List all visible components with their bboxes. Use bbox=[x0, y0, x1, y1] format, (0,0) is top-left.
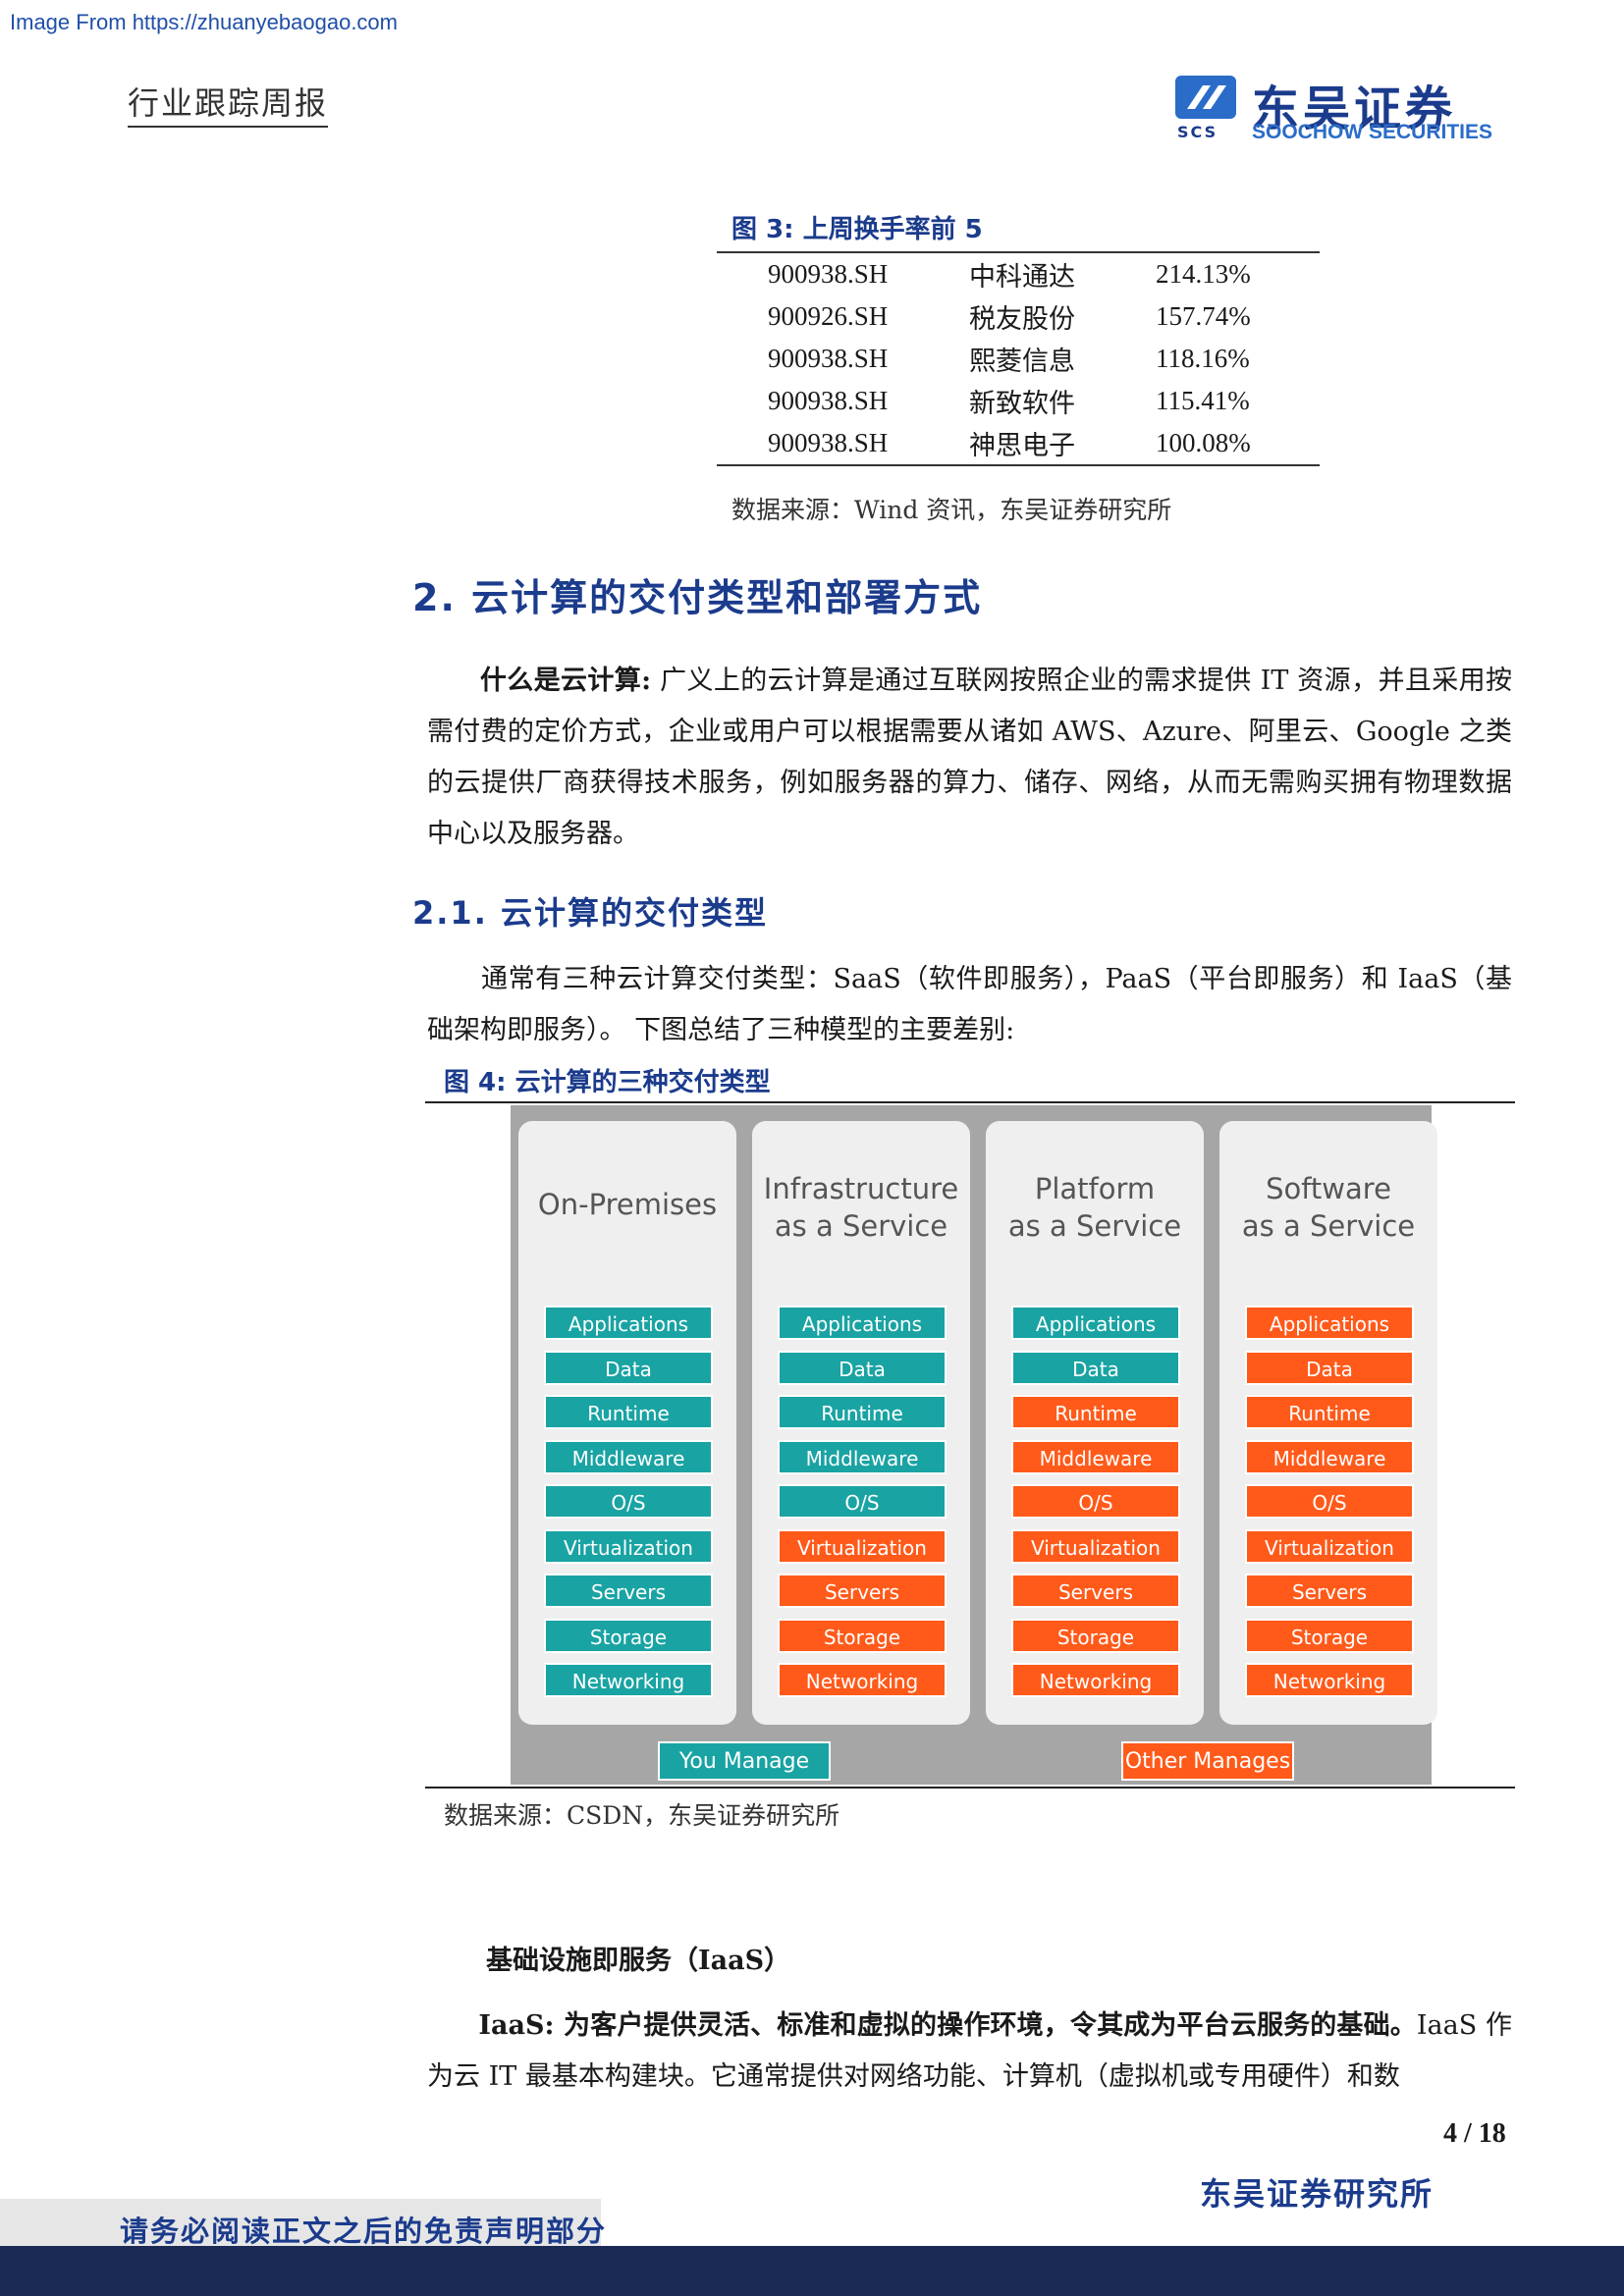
layer-runtime: Runtime bbox=[778, 1395, 947, 1429]
stock-name: 神思电子 bbox=[969, 431, 1075, 461]
section-heading: 2. 云计算的交付类型和部署方式 bbox=[412, 576, 983, 619]
turnover-table: 900938.SH 中科通达 214.13% 900926.SH 税友股份 15… bbox=[717, 251, 1320, 466]
report-type-title: 行业跟踪周报 bbox=[128, 79, 329, 128]
cloud-definition-paragraph: 什么是云计算: 广义上的云计算是通过互联网按照企业的需求提供 IT 资源，并且采… bbox=[427, 656, 1512, 860]
layer-data: Data bbox=[544, 1350, 713, 1385]
page-number: 4 / 18 bbox=[1443, 2118, 1506, 2149]
layer-networking: Networking bbox=[778, 1663, 947, 1697]
layer-storage: Storage bbox=[544, 1618, 713, 1653]
stock-code: 900926.SH bbox=[768, 301, 889, 331]
iaas-heading: 基础设施即服务（IaaS） bbox=[486, 1946, 791, 1976]
layer-runtime: Runtime bbox=[1245, 1395, 1414, 1429]
paragraph-lead: 什么是云计算: bbox=[479, 666, 652, 696]
layer-networking: Networking bbox=[1011, 1663, 1180, 1697]
layer-data: Data bbox=[1011, 1350, 1180, 1385]
layer-data: Data bbox=[778, 1350, 947, 1385]
model-title-line: as a Service bbox=[1241, 1209, 1416, 1243]
table-row: 900938.SH 新致软件 115.41% bbox=[717, 380, 1320, 422]
layer-os: O/S bbox=[778, 1484, 947, 1519]
turnover-rate: 100.08% bbox=[1156, 428, 1251, 457]
layer-storage: Storage bbox=[778, 1618, 947, 1653]
subsection-heading: 2.1. 云计算的交付类型 bbox=[412, 894, 768, 932]
turnover-rate: 115.41% bbox=[1156, 386, 1250, 415]
stock-name: 熙菱信息 bbox=[969, 347, 1075, 377]
disclaimer-text: 请务必阅读正文之后的免责声明部分 bbox=[120, 2215, 608, 2248]
stock-name: 中科通达 bbox=[969, 262, 1075, 293]
delivery-types-paragraph: 通常有三种云计算交付类型：SaaS（软件即服务），PaaS（平台即服务）和 Ia… bbox=[427, 954, 1512, 1056]
layer-applications: Applications bbox=[778, 1306, 947, 1340]
layer-storage: Storage bbox=[1245, 1618, 1414, 1653]
layer-applications: Applications bbox=[1245, 1306, 1414, 1340]
logo-english-name: SOOCHOW SECURITIES bbox=[1252, 121, 1493, 143]
model-title-line: Platform bbox=[1034, 1172, 1156, 1205]
table-row: 900938.SH 熙菱信息 118.16% bbox=[717, 338, 1320, 380]
turnover-rate: 214.13% bbox=[1156, 259, 1251, 289]
layer-os: O/S bbox=[544, 1484, 713, 1519]
paragraph-text: 通常有三种云计算交付类型：SaaS（软件即服务），PaaS（平台即服务）和 Ia… bbox=[427, 964, 1512, 1045]
layer-os: O/S bbox=[1245, 1484, 1414, 1519]
table-row: 900938.SH 神思电子 100.08% bbox=[717, 422, 1320, 464]
model-column: Infrastructure as a Service Applications Da… bbox=[752, 1121, 970, 1725]
layer-servers: Servers bbox=[1245, 1574, 1414, 1608]
model-title: Infrastructure as a Service bbox=[752, 1170, 970, 1245]
footer-institute: 东吴证券研究所 bbox=[1200, 2175, 1435, 2213]
layer-middleware: Middleware bbox=[544, 1439, 713, 1474]
layer-networking: Networking bbox=[544, 1663, 713, 1697]
layer-middleware: Middleware bbox=[1245, 1439, 1414, 1474]
model-title: Software as a Service bbox=[1219, 1170, 1437, 1245]
layer-virtualization: Virtualization bbox=[544, 1528, 713, 1564]
paragraph-lead: IaaS: 为客户提供灵活、标准和虚拟的操作环境，令其成为平台云服务的基础。 bbox=[478, 2010, 1417, 2041]
stock-code: 900938.SH bbox=[768, 259, 889, 289]
stock-name: 税友股份 bbox=[969, 304, 1075, 335]
layer-networking: Networking bbox=[1245, 1663, 1414, 1697]
figure3-source: 数据来源：Wind 资讯，东吴证券研究所 bbox=[731, 496, 1172, 524]
model-title-line: as a Service bbox=[774, 1209, 948, 1243]
layer-runtime: Runtime bbox=[544, 1395, 713, 1429]
layer-runtime: Runtime bbox=[1011, 1395, 1180, 1429]
turnover-rate: 118.16% bbox=[1156, 344, 1250, 373]
layer-virtualization: Virtualization bbox=[1245, 1528, 1414, 1564]
stock-code: 900938.SH bbox=[768, 428, 889, 457]
legend-you-manage: You Manage bbox=[658, 1741, 831, 1781]
layer-applications: Applications bbox=[544, 1306, 713, 1340]
layer-storage: Storage bbox=[1011, 1618, 1180, 1653]
layer-middleware: Middleware bbox=[778, 1439, 947, 1474]
model-column: Platform as a Service Applications Data Runt… bbox=[986, 1121, 1204, 1725]
soochow-logo: SCS 东吴证券 SOOCHOW SECURITIES bbox=[1173, 74, 1497, 147]
watermark-text: Image From https://zhuanyebaogao.com bbox=[10, 10, 398, 34]
delivery-models-diagram: On-Premises Applications Data Runtime Middle… bbox=[511, 1105, 1437, 1785]
layer-servers: Servers bbox=[1011, 1574, 1180, 1608]
iaas-paragraph: IaaS: 为客户提供灵活、标准和虚拟的操作环境，令其成为平台云服务的基础。Ia… bbox=[427, 2001, 1512, 2103]
footer-bar bbox=[0, 2246, 1624, 2296]
layer-servers: Servers bbox=[778, 1574, 947, 1608]
model-title-line: On-Premises bbox=[537, 1188, 718, 1221]
turnover-rate: 157.74% bbox=[1156, 301, 1251, 331]
table-row: 900926.SH 税友股份 157.74% bbox=[717, 295, 1320, 338]
layer-applications: Applications bbox=[1011, 1306, 1180, 1340]
model-column: On-Premises Applications Data Runtime Middle… bbox=[518, 1121, 736, 1725]
model-title-line: Software bbox=[1266, 1172, 1391, 1205]
logo-mark-text: SCS bbox=[1177, 123, 1218, 141]
figure3-title: 图 3: 上周换手率前 5 bbox=[731, 215, 983, 244]
figure-rule bbox=[425, 1787, 1515, 1789]
table-row: 900938.SH 中科通达 214.13% bbox=[717, 253, 1320, 295]
model-title-line: Infrastructure bbox=[763, 1172, 959, 1205]
figure-rule bbox=[425, 1101, 1515, 1103]
figure4-title: 图 4: 云计算的三种交付类型 bbox=[444, 1068, 771, 1097]
stock-code: 900938.SH bbox=[768, 386, 889, 415]
layer-data: Data bbox=[1245, 1350, 1414, 1385]
model-title-line: as a Service bbox=[1007, 1209, 1182, 1243]
layer-os: O/S bbox=[1011, 1484, 1180, 1519]
layer-virtualization: Virtualization bbox=[778, 1528, 947, 1564]
stock-code: 900938.SH bbox=[768, 344, 889, 373]
layer-servers: Servers bbox=[544, 1574, 713, 1608]
model-title: On-Premises bbox=[518, 1186, 736, 1223]
model-column: Software as a Service Applications Data Runt… bbox=[1219, 1121, 1437, 1725]
layer-virtualization: Virtualization bbox=[1011, 1528, 1180, 1564]
model-title: Platform as a Service bbox=[986, 1170, 1204, 1245]
stock-name: 新致软件 bbox=[969, 389, 1075, 419]
layer-middleware: Middleware bbox=[1011, 1439, 1180, 1474]
figure4-source: 数据来源：CSDN，东吴证券研究所 bbox=[444, 1801, 840, 1830]
legend-other-manages: Other Manages bbox=[1121, 1741, 1294, 1781]
